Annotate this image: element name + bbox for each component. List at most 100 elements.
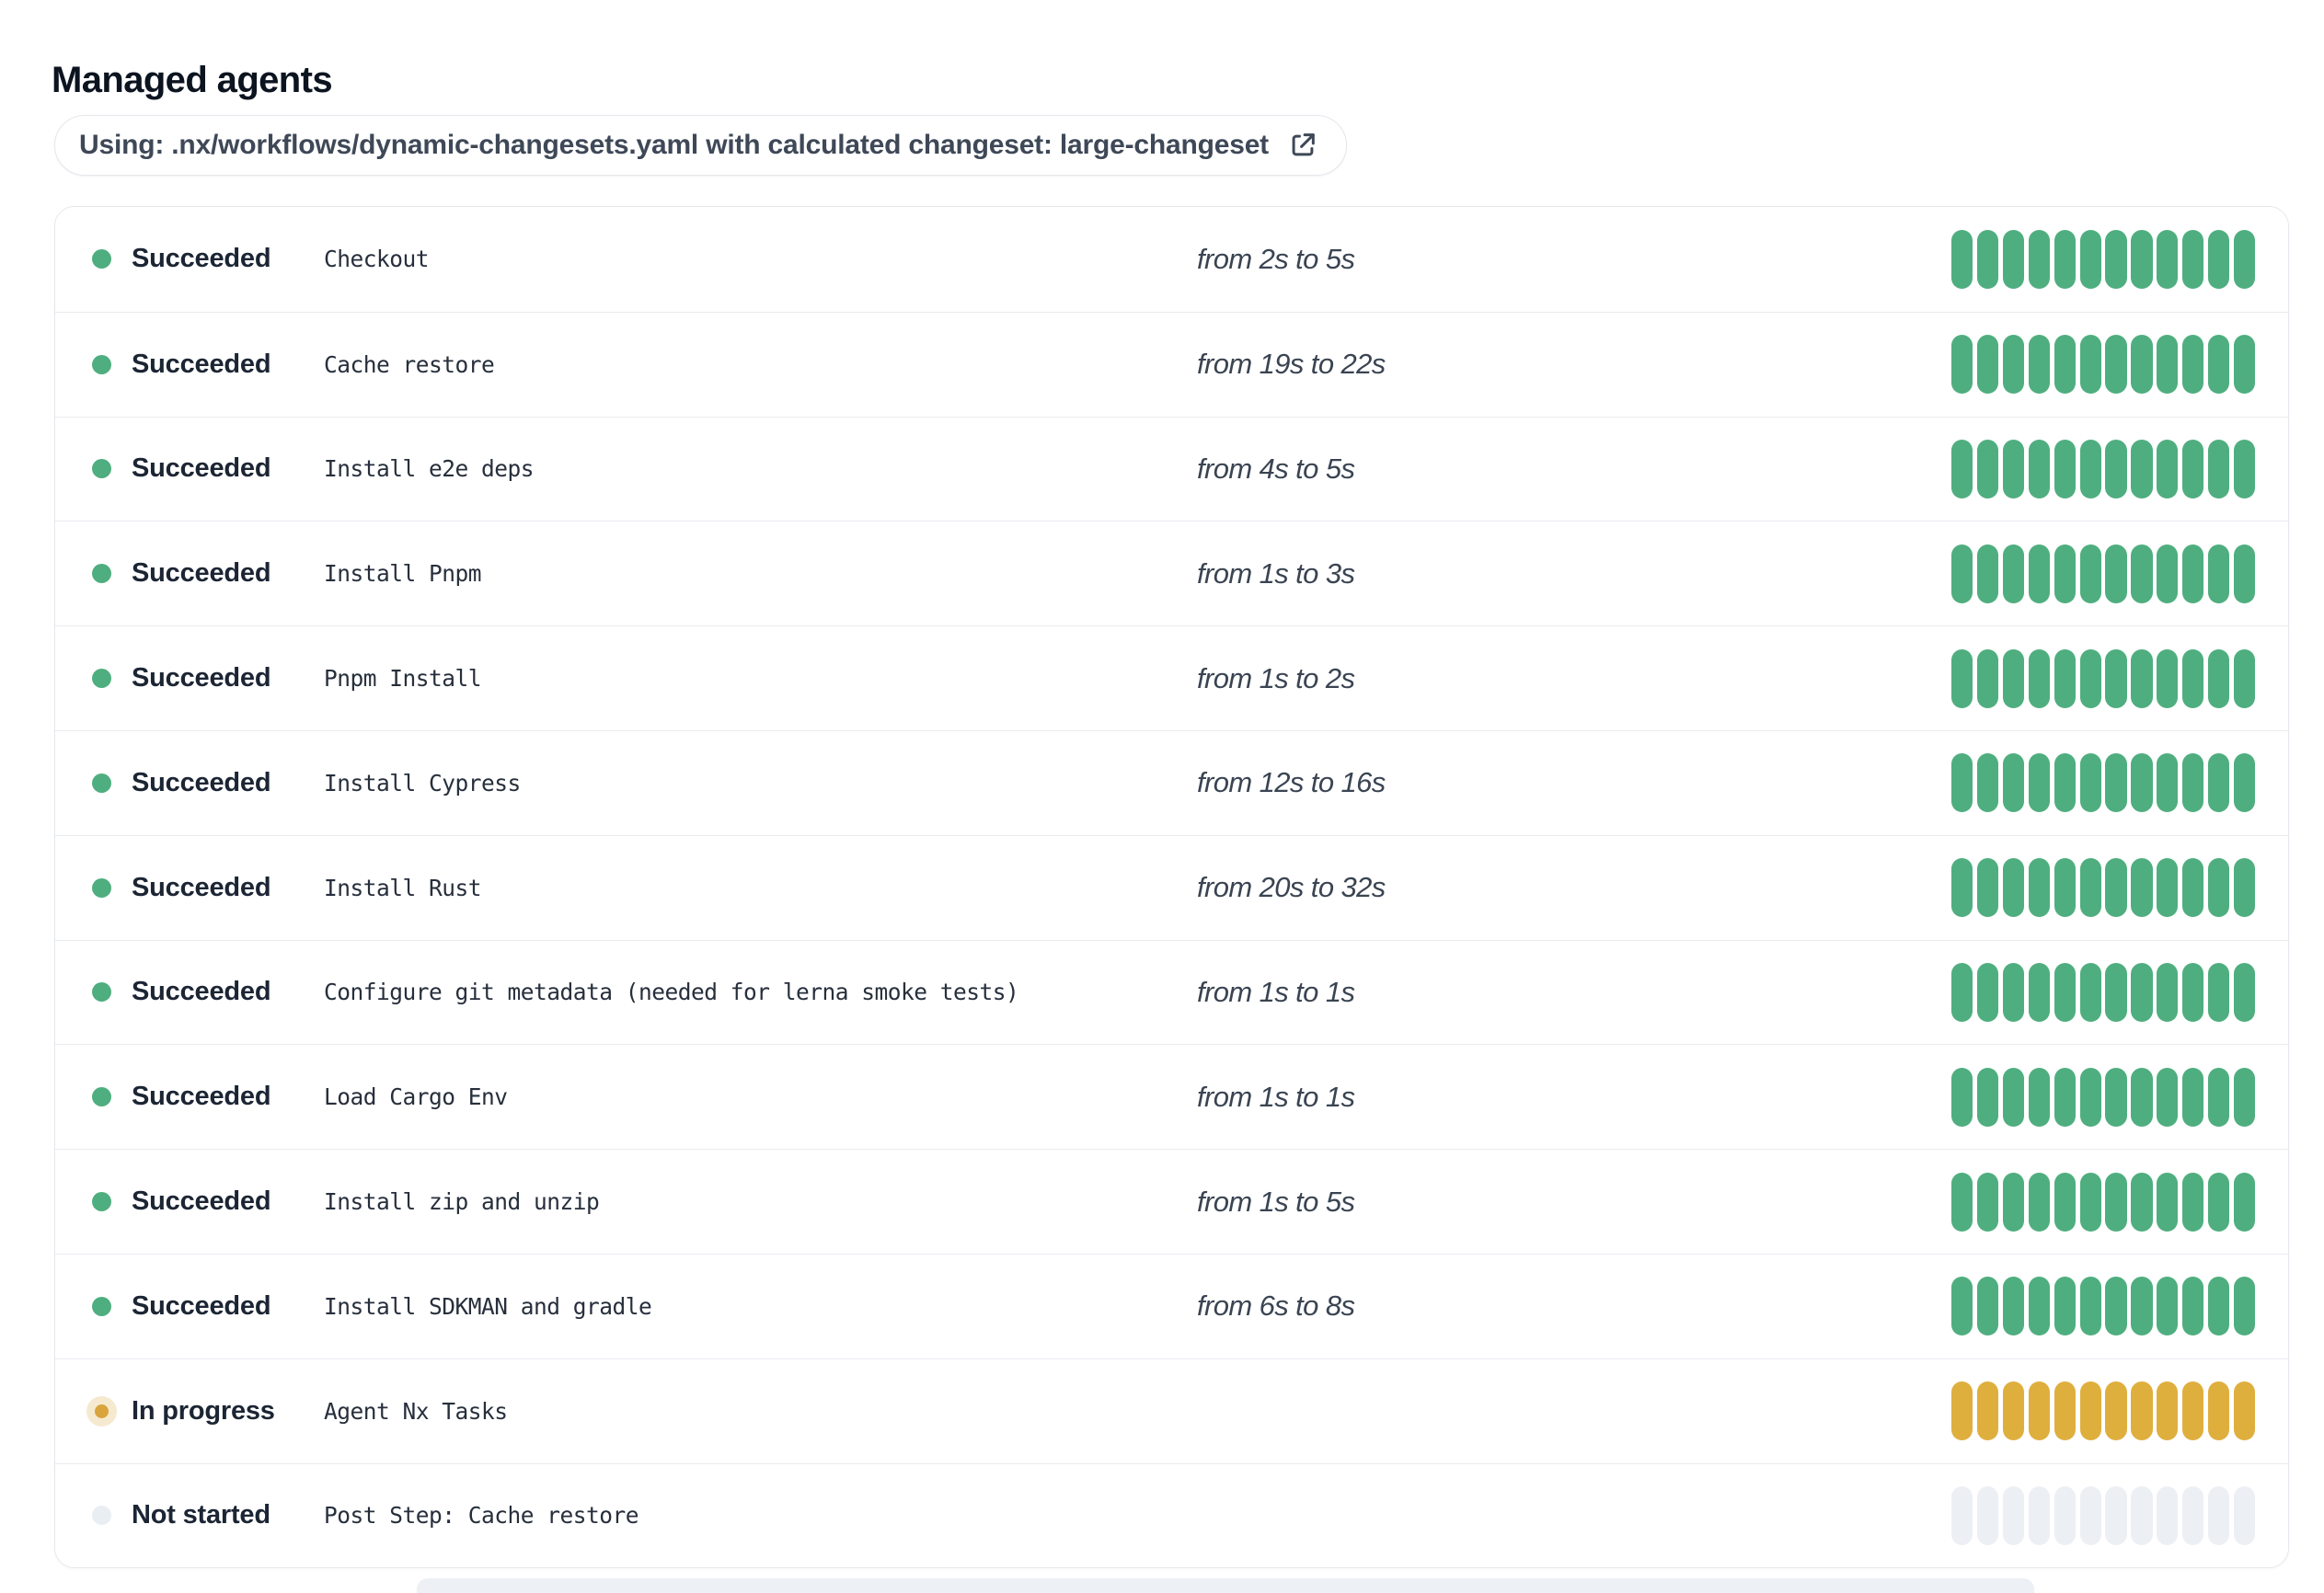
agent-segment[interactable] [2207,858,2230,918]
agent-segment[interactable] [2105,439,2127,499]
agent-segment[interactable] [2028,1277,2050,1336]
agent-segment[interactable] [2182,335,2204,395]
agent-segment[interactable] [2054,229,2076,289]
agent-segment[interactable] [1951,1172,1973,1232]
agent-segment[interactable] [1951,1485,1973,1545]
agent-segment[interactable] [2105,1277,2127,1336]
agent-segment[interactable] [2233,1381,2255,1441]
agent-segment[interactable] [2002,229,2025,289]
agent-segment[interactable] [1951,858,1973,918]
agent-segment[interactable] [2028,1067,2050,1127]
agent-segment[interactable] [1977,335,1999,395]
agent-segment[interactable] [2054,1485,2076,1545]
agent-segment[interactable] [2157,335,2179,395]
agent-segment[interactable] [2182,1381,2204,1441]
agent-segment[interactable] [2233,1172,2255,1232]
agent-segment[interactable] [2131,1277,2153,1336]
agent-segment[interactable] [2105,1485,2127,1545]
agent-segment[interactable] [1977,1172,1999,1232]
agent-segment[interactable] [2207,1067,2230,1127]
agent-segment[interactable] [1977,1277,1999,1336]
agent-segment[interactable] [2207,1485,2230,1545]
agent-segment[interactable] [2028,962,2050,1022]
agent-segment[interactable] [2054,648,2076,708]
agent-segment[interactable] [2002,962,2025,1022]
agent-segment[interactable] [2054,1172,2076,1232]
agent-segment[interactable] [2157,1172,2179,1232]
agent-segment[interactable] [2182,229,2204,289]
agent-segment[interactable] [2207,335,2230,395]
agent-segment[interactable] [2157,1277,2179,1336]
agent-segment[interactable] [2028,648,2050,708]
agent-segment[interactable] [2105,229,2127,289]
agent-segment[interactable] [2233,1485,2255,1545]
agent-step-row[interactable]: Succeeded Checkout from 2s to 5s [55,207,2288,312]
agent-segment[interactable] [2105,962,2127,1022]
agent-segment[interactable] [2079,753,2101,813]
agent-segment[interactable] [2157,962,2179,1022]
agent-segment[interactable] [2157,753,2179,813]
agent-segment[interactable] [2182,962,2204,1022]
agent-segment[interactable] [2105,648,2127,708]
agent-segment[interactable] [2079,335,2101,395]
agent-segment[interactable] [2131,858,2153,918]
agent-segment[interactable] [2207,1172,2230,1232]
agent-segment[interactable] [1951,1277,1973,1336]
agent-segment[interactable] [1951,1381,1973,1441]
agent-segment[interactable] [1977,858,1999,918]
agent-segment[interactable] [2131,648,2153,708]
agent-step-row[interactable]: Succeeded Configure git metadata (needed … [55,939,2288,1045]
agent-segment[interactable] [2157,1067,2179,1127]
agent-step-row[interactable]: Not started Post Step: Cache restore [55,1462,2288,1567]
agent-segment[interactable] [2233,335,2255,395]
agent-segment[interactable] [1977,1381,1999,1441]
workflow-source-pill[interactable]: Using: .nx/workflows/dynamic-changesets.… [54,115,1347,176]
agent-segment[interactable] [2028,335,2050,395]
agent-segment[interactable] [1951,335,1973,395]
agent-segment[interactable] [1951,229,1973,289]
agent-step-row[interactable]: Succeeded Cache restore from 19s to 22s [55,311,2288,417]
agent-segment[interactable] [2054,544,2076,603]
agent-segment[interactable] [2002,1067,2025,1127]
agent-segment[interactable] [2054,335,2076,395]
agent-segment[interactable] [2105,858,2127,918]
agent-segment[interactable] [2182,544,2204,603]
agent-segment[interactable] [2028,1172,2050,1232]
agent-segment[interactable] [2131,1067,2153,1127]
agent-segment[interactable] [1951,439,1973,499]
agent-segment[interactable] [2054,439,2076,499]
agent-segment[interactable] [2182,1172,2204,1232]
agent-segment[interactable] [2207,439,2230,499]
agent-segment[interactable] [2028,229,2050,289]
agent-segment[interactable] [1977,439,1999,499]
agent-segment[interactable] [1977,1485,1999,1545]
agent-segment[interactable] [2028,544,2050,603]
agent-segment[interactable] [2233,648,2255,708]
agent-segment[interactable] [2105,335,2127,395]
agent-segment[interactable] [2131,229,2153,289]
agent-segment[interactable] [2182,753,2204,813]
agent-segment[interactable] [1977,1067,1999,1127]
agent-segment[interactable] [2079,1485,2101,1545]
agent-segment[interactable] [2079,229,2101,289]
agent-segment[interactable] [2233,1277,2255,1336]
agent-segment[interactable] [2079,439,2101,499]
agent-segment[interactable] [2054,1067,2076,1127]
agent-step-row[interactable]: In progress Agent Nx Tasks [55,1358,2288,1463]
agent-segment[interactable] [2157,648,2179,708]
agent-segment[interactable] [2054,858,2076,918]
agent-segment[interactable] [2182,1277,2204,1336]
agent-segment[interactable] [2079,962,2101,1022]
agent-segment[interactable] [2002,648,2025,708]
agent-step-row[interactable]: Succeeded Install Cypress from 12s to 16s [55,729,2288,835]
agent-segment[interactable] [2002,1485,2025,1545]
agent-step-row[interactable]: Succeeded Install Rust from 20s to 32s [55,834,2288,940]
agent-segment[interactable] [2105,544,2127,603]
agent-segment[interactable] [2131,544,2153,603]
agent-segment[interactable] [1977,229,1999,289]
agent-step-row[interactable]: Succeeded Load Cargo Env from 1s to 1s [55,1044,2288,1150]
agent-segment[interactable] [2207,753,2230,813]
agent-segment[interactable] [2131,1485,2153,1545]
agent-segment[interactable] [2105,753,2127,813]
agent-step-row[interactable]: Succeeded Install SDKMAN and gradle from 6… [55,1253,2288,1358]
